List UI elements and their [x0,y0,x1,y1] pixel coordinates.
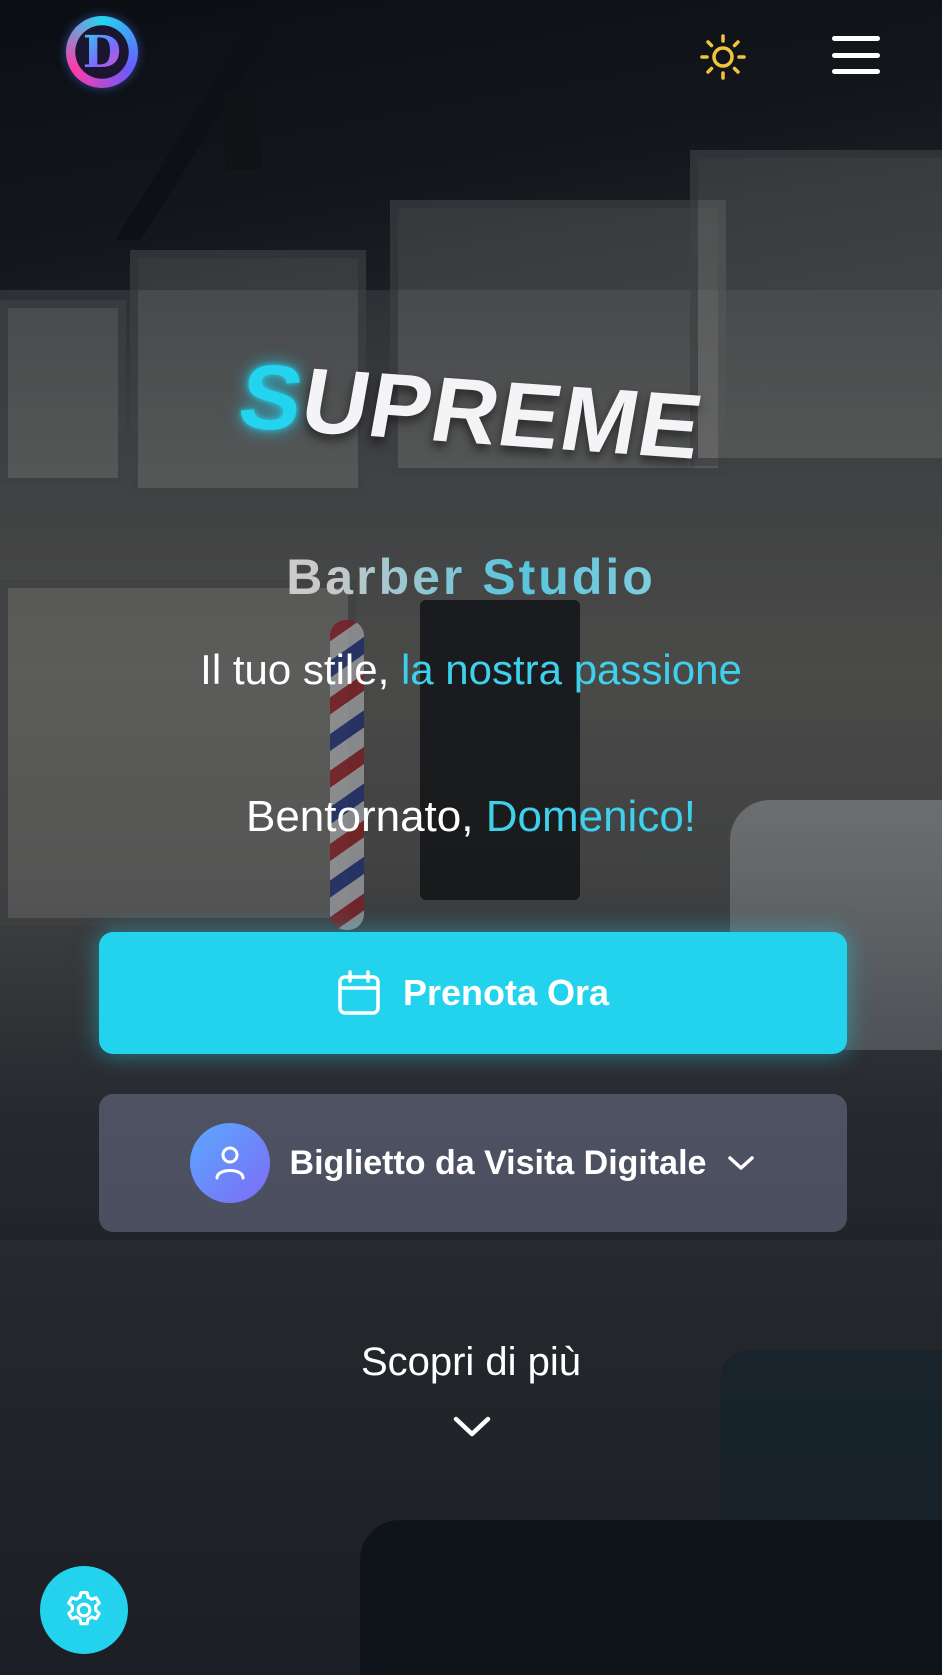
welcome-text: Bentornato, [245,792,486,841]
tagline-text: Il tuo stile, [200,646,401,693]
avatar [189,1123,270,1203]
gear-icon [67,1591,101,1626]
brand-word: SUPREME [231,344,711,480]
calendar-icon [338,970,380,1015]
welcome-name: Domenico! [485,792,697,841]
sun-icon [700,34,746,80]
book-now-button[interactable]: Prenota Ora [99,932,847,1054]
book-now-label: Prenota Ora [402,972,610,1013]
app-logo[interactable]: D [66,16,138,88]
brand-rest: UPREME [293,349,711,479]
menu-line [832,69,880,74]
digital-card-label: Biglietto da Visita Digitale [289,1143,707,1182]
tagline: Il tuo stile, la nostra passione [0,646,942,694]
tagline-accent: la nostra passione [400,646,742,693]
digital-card-button[interactable]: Biglietto da Visita Digitale [99,1094,847,1232]
logo-letter: D [82,26,122,78]
brand-title: SUPREME [0,345,942,478]
hamburger-menu-icon[interactable] [832,32,880,78]
menu-line [832,52,880,58]
welcome-message: Bentornato, Domenico! [0,792,942,842]
discover-more-link[interactable]: Scopri di più [0,1340,942,1385]
theme-toggle-button[interactable] [696,30,750,84]
chevron-down-icon[interactable] [451,1412,493,1442]
page-subtitle: Barber Studio [0,548,942,606]
chevron-down-icon [728,1156,755,1170]
user-icon [215,1146,245,1180]
menu-line [832,36,880,41]
settings-button[interactable] [40,1566,128,1654]
